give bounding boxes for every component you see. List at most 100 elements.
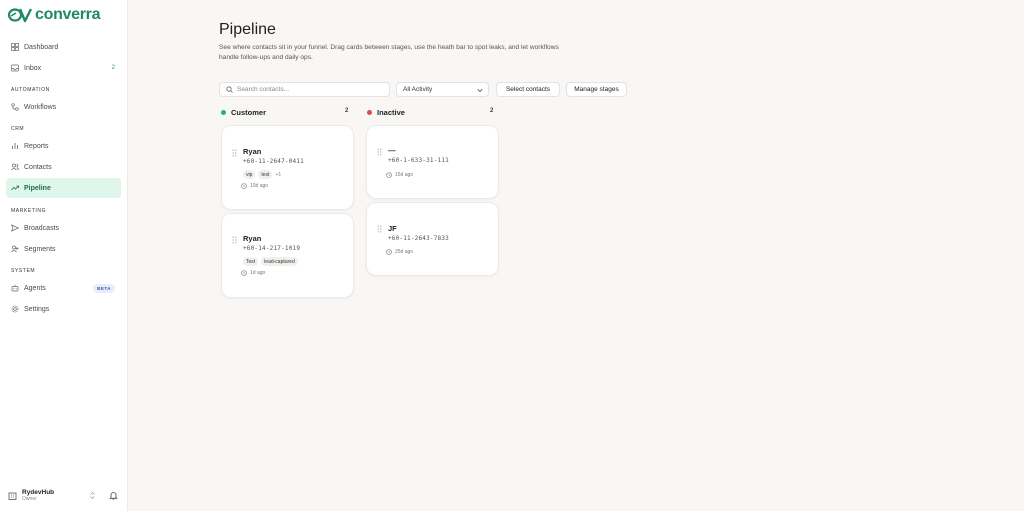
workspace-switcher[interactable]: RydevHub Owner (6, 487, 121, 503)
trend-icon (11, 185, 19, 191)
contact-card[interactable]: JF +60-11-2643-7833 25d ago (366, 202, 499, 276)
sidebar-item-label: Agents (24, 284, 46, 292)
tag-list: vip test +1 (243, 170, 281, 179)
column-title: Inactive (377, 107, 405, 117)
column-title: Customer (231, 107, 267, 117)
sidebar-item-contacts[interactable]: Contacts (6, 157, 121, 177)
drag-handle-icon[interactable] (232, 236, 237, 244)
column-header-inactive: Inactive (367, 107, 405, 117)
search-input[interactable] (237, 86, 387, 93)
section-title-crm: CRM (11, 126, 25, 132)
clock-icon (241, 183, 247, 189)
last-activity-time: 25d ago (395, 249, 414, 255)
last-activity: 25d ago (386, 249, 413, 255)
last-activity-time: 1d ago (250, 270, 266, 276)
manage-stages-button[interactable]: Manage stages (566, 82, 627, 97)
sidebar-item-label: Contacts (24, 163, 52, 171)
converra-logo-icon (8, 8, 32, 23)
last-activity-time: 15d ago (395, 172, 414, 178)
section-title-marketing: MARKETING (11, 208, 47, 214)
section-title-system: SYSTEM (11, 268, 36, 274)
bot-icon (11, 284, 19, 292)
workspace-role: Owner (22, 495, 37, 502)
contact-phone: +60-11-2643-7833 (388, 235, 449, 242)
tag: test (258, 170, 273, 179)
sidebar-item-segments[interactable]: Segments (6, 239, 121, 259)
clock-icon (386, 249, 392, 255)
sidebar-item-label: Pipeline (24, 184, 51, 192)
sidebar-item-agents[interactable]: Agents BETA (6, 278, 121, 298)
gear-icon (11, 305, 19, 313)
sidebar-item-label: Reports (24, 142, 49, 150)
sidebar-item-label: Settings (24, 305, 50, 313)
column-count: 2 (490, 108, 494, 114)
page-subtitle: See where contacts sit in your funnel. D… (219, 44, 559, 61)
column-count: 2 (345, 108, 349, 114)
chevron-down-icon (477, 88, 483, 93)
bar-chart-icon (12, 143, 18, 149)
chevron-updown-icon[interactable] (89, 491, 96, 500)
beta-badge: BETA (93, 283, 115, 293)
sidebar-item-workflows[interactable]: Workflows (6, 97, 121, 117)
select-contacts-label: Select contacts (505, 86, 551, 93)
contact-name: JF (388, 224, 397, 233)
contact-name: Ryan (243, 147, 262, 156)
inbox-icon (11, 64, 19, 72)
grid-icon (11, 43, 19, 51)
drag-handle-icon[interactable] (377, 225, 382, 233)
contact-card[interactable]: Ryan +60-11-2647-0411 vip test +1 10d ag… (221, 125, 354, 210)
select-contacts-button[interactable]: Select contacts (496, 82, 560, 97)
brand-name: converra (35, 6, 101, 23)
sidebar-item-label: Broadcasts (24, 224, 60, 232)
bell-icon[interactable] (109, 491, 118, 500)
sidebar-item-inbox[interactable]: Inbox 2 (6, 58, 121, 78)
section-title-automation: AUTOMATION (11, 87, 50, 93)
drag-handle-icon[interactable] (377, 148, 382, 156)
column-header-customer: Customer (221, 107, 266, 117)
last-activity: 1d ago (241, 270, 265, 276)
contact-phone: +60-11-2647-0411 (243, 158, 304, 165)
sidebar: converra Dashboard Inbox 2 AUTOMATION Wo… (0, 0, 128, 511)
contact-name: Ryan (243, 234, 262, 243)
sidebar-item-pipeline[interactable]: Pipeline (6, 178, 121, 198)
sidebar-item-label: Segments (24, 245, 56, 253)
workspace-name: RydevHub (22, 488, 55, 496)
inbox-count-badge: 2 (111, 65, 115, 71)
activity-filter-select[interactable]: All Activity (396, 82, 489, 97)
sidebar-item-label: Workflows (24, 103, 57, 111)
clock-icon (241, 270, 247, 276)
contact-phone: +60-1-633-31-111 (388, 157, 449, 164)
drag-handle-icon[interactable] (232, 149, 237, 157)
tag: Test (243, 257, 259, 266)
sidebar-item-broadcasts[interactable]: Broadcasts (6, 218, 121, 238)
stage-color-dot (221, 109, 226, 115)
tag: vip (243, 170, 256, 179)
sidebar-item-reports[interactable]: Reports (6, 136, 121, 156)
contact-phone: +60-14-217-1019 (243, 245, 301, 252)
tag: lead-captured (261, 257, 298, 266)
stage-color-dot (367, 109, 372, 115)
last-activity: 15d ago (386, 172, 413, 178)
search-box[interactable] (219, 82, 390, 97)
contact-name: — (388, 146, 396, 155)
manage-stages-label: Manage stages (574, 86, 619, 93)
activity-filter-value: All Activity (403, 86, 433, 93)
workflow-icon (11, 103, 19, 111)
segments-icon (11, 245, 19, 253)
contact-card[interactable]: Ryan +60-14-217-1019 Test lead-captured … (221, 213, 354, 298)
last-activity-time: 10d ago (250, 183, 269, 189)
tag-list: Test lead-captured (243, 257, 298, 266)
sidebar-item-dashboard[interactable]: Dashboard (6, 37, 121, 57)
page-title: Pipeline (219, 21, 276, 38)
sidebar-item-settings[interactable]: Settings (6, 299, 121, 319)
send-icon (11, 224, 19, 232)
more-tags-count: +1 (275, 171, 282, 178)
sidebar-item-label: Inbox (24, 64, 42, 72)
last-activity: 10d ago (241, 183, 268, 189)
brand-logo[interactable]: converra (8, 6, 101, 24)
users-icon (11, 163, 19, 171)
contact-card[interactable]: — +60-1-633-31-111 15d ago (366, 125, 499, 199)
search-icon (226, 86, 233, 93)
sidebar-item-label: Dashboard (24, 43, 59, 51)
clock-icon (386, 172, 392, 178)
